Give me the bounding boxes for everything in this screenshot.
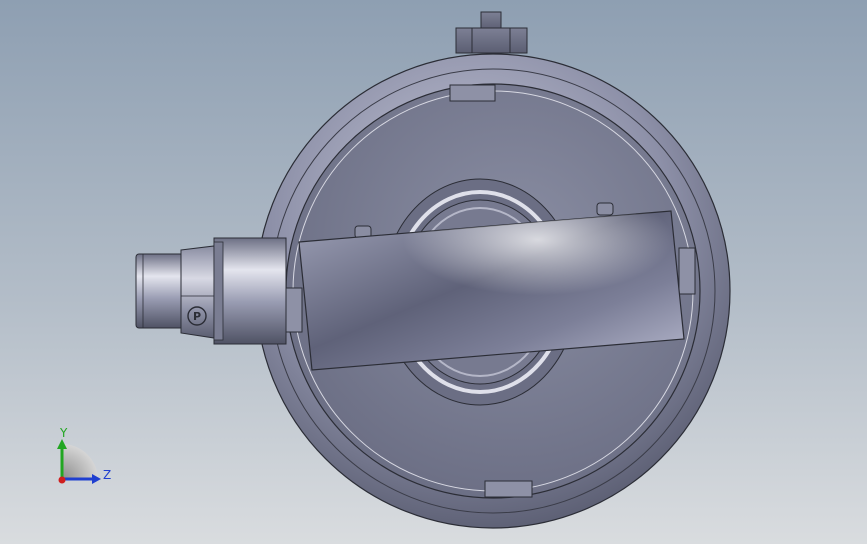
retaining-tab-left bbox=[285, 287, 303, 333]
retaining-tab-right bbox=[678, 247, 696, 295]
pin-right bbox=[596, 202, 614, 216]
x-axis-dot bbox=[58, 476, 66, 484]
retaining-tab-bottom bbox=[484, 480, 533, 498]
fitting-marking-text: P bbox=[193, 310, 201, 323]
cad-viewport[interactable]: P Y Z bbox=[0, 0, 867, 544]
pressure-fitting[interactable] bbox=[135, 237, 287, 345]
z-axis-label: Z bbox=[103, 468, 111, 482]
retaining-tab-top bbox=[449, 84, 496, 102]
top-nut[interactable] bbox=[455, 11, 528, 54]
coordinate-triad[interactable]: Y Z bbox=[57, 426, 111, 484]
y-axis-label: Y bbox=[59, 426, 68, 440]
triad-plane bbox=[62, 444, 98, 479]
y-axis-arrow bbox=[57, 439, 67, 449]
